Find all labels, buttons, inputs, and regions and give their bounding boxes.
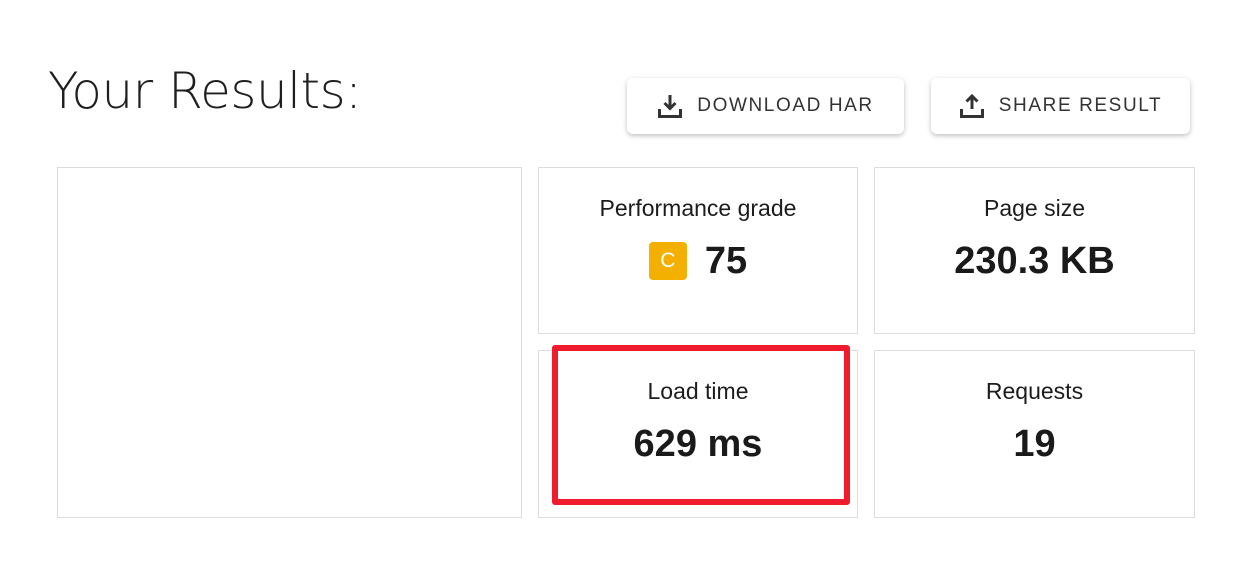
- requests-card: Requests 19: [874, 350, 1195, 518]
- download-har-button[interactable]: DOWNLOAD HAR: [627, 78, 904, 134]
- load-time-label: Load time: [647, 378, 749, 404]
- performance-grade-label: Performance grade: [599, 195, 797, 221]
- share-result-label: SHARE RESULT: [998, 95, 1163, 116]
- page-size-label: Page size: [983, 195, 1085, 221]
- requests-value: 19: [1013, 422, 1056, 465]
- upload-icon: [959, 93, 985, 119]
- performance-grade-card: Performance grade C 75: [538, 167, 858, 334]
- page-screenshot-panel: [57, 167, 522, 518]
- performance-grade-value: 75: [704, 239, 748, 282]
- page-title: Your Results:: [48, 62, 362, 120]
- load-time-card: Load time 629 ms: [538, 350, 858, 518]
- page-size-value: 230.3 KB: [954, 239, 1115, 282]
- load-time-value: 629 ms: [633, 422, 763, 465]
- grade-badge: C: [648, 242, 687, 280]
- share-result-button[interactable]: SHARE RESULT: [931, 78, 1190, 134]
- download-har-label: DOWNLOAD HAR: [697, 95, 874, 116]
- download-icon: [657, 93, 683, 119]
- requests-label: Requests: [985, 378, 1084, 404]
- performance-grade-value-row: C 75: [539, 238, 857, 284]
- page-size-card: Page size 230.3 KB: [874, 167, 1195, 334]
